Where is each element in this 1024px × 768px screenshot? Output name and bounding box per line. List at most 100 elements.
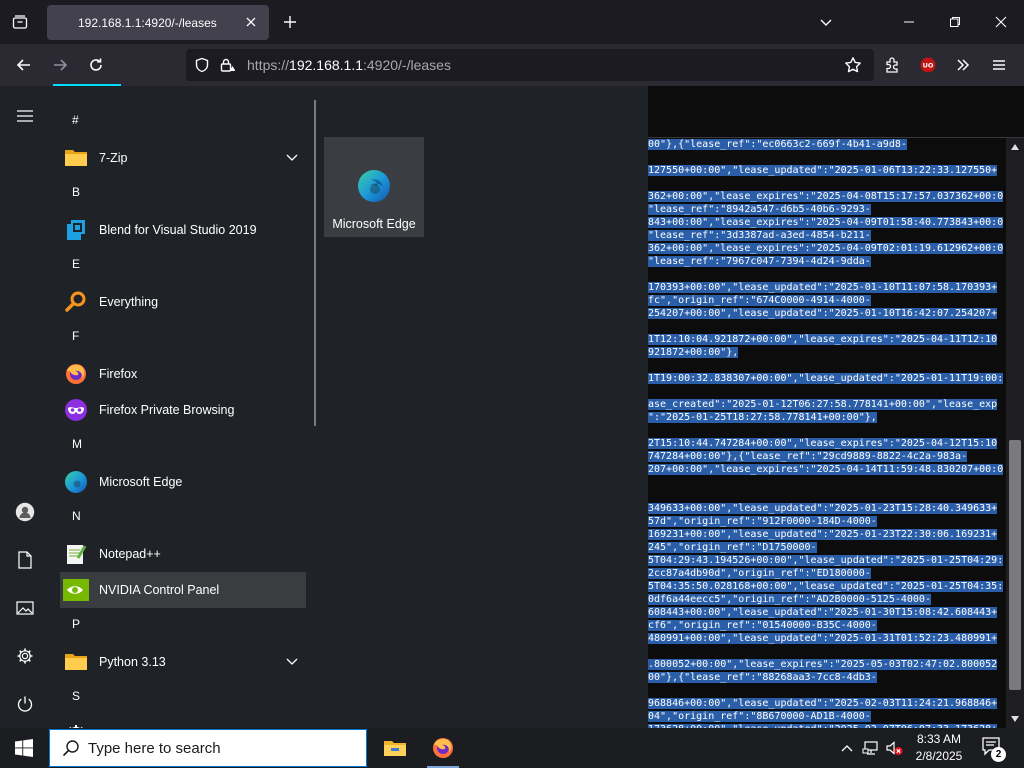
raw-json-line: 57d","origin_ref":"912F0000-184D-4000- xyxy=(648,515,1006,528)
chevron-down-icon[interactable] xyxy=(284,150,300,166)
nvidia-icon xyxy=(63,577,89,603)
selected-text: 349633+00:00","lease_updated":"2025-01-2… xyxy=(648,503,998,514)
tab-title: 192.168.1.1:4920/-/leases xyxy=(78,15,217,30)
windows-start-icon[interactable] xyxy=(0,728,48,768)
selected-text: 747284+00:00"},{"lease_ref":"29cd9889-88… xyxy=(648,451,968,462)
back-arrow-icon[interactable] xyxy=(11,52,37,78)
raw-json-line xyxy=(648,684,1006,697)
section-letter[interactable]: E xyxy=(72,254,80,274)
section-letter[interactable]: P xyxy=(72,614,80,634)
clock-date: 2/8/2025 xyxy=(915,749,963,763)
raw-json-line: 0df6a44eecc5","origin_ref":"AD2B0000-512… xyxy=(648,593,1006,606)
documents-icon[interactable] xyxy=(5,540,45,580)
app-item-firefox[interactable]: Firefox xyxy=(60,356,306,392)
close-window-icon[interactable] xyxy=(978,0,1024,44)
tile-microsoft-edge[interactable]: Microsoft Edge xyxy=(324,137,424,237)
app-item-blend-for-visual-studio-2019[interactable]: Blend for Visual Studio 2019 xyxy=(60,212,306,248)
raw-json-line: 245","origin_ref":"D1750000- xyxy=(648,541,1006,554)
selected-text: 170393+00:00","lease_updated":"2025-01-1… xyxy=(648,282,998,293)
url-text[interactable]: https://192.168.1.1:4920/-/leases xyxy=(247,57,451,73)
section-letter[interactable]: N xyxy=(72,506,81,526)
extensions-puzzle-icon[interactable] xyxy=(880,52,906,78)
raw-json-line: "lease_ref":"7967c047-7394-4d24-9dda- xyxy=(648,255,1006,268)
reload-icon[interactable] xyxy=(83,52,109,78)
page-scrollbar[interactable] xyxy=(1006,138,1024,728)
firefox-icon xyxy=(63,361,89,387)
selected-text: fc","origin_ref":"674C0000-4914-4000- xyxy=(648,295,871,306)
clock-time: 8:33 AM xyxy=(916,732,962,746)
chevron-down-icon[interactable] xyxy=(814,10,838,34)
minimize-icon[interactable] xyxy=(886,0,932,44)
raw-json-line: 349633+00:00","lease_updated":"2025-01-2… xyxy=(648,502,1006,515)
scroll-down-arrow-icon[interactable] xyxy=(1006,710,1024,728)
selected-text: 843+00:00","lease_expires":"2025-04-09T0… xyxy=(648,217,1004,228)
section-letter[interactable]: M xyxy=(72,434,82,454)
restore-icon[interactable] xyxy=(932,0,978,44)
app-label: Microsoft Edge xyxy=(99,475,183,489)
app-label: Firefox Private Browsing xyxy=(99,403,235,417)
app-item-firefox-private-browsing[interactable]: Firefox Private Browsing xyxy=(60,392,306,428)
lock-warning-icon[interactable] xyxy=(219,57,236,73)
section-letter[interactable]: S xyxy=(72,686,80,706)
url-path: :4920/-/leases xyxy=(363,57,451,73)
tab-list-icon[interactable] xyxy=(8,10,32,34)
section-letter[interactable]: # xyxy=(72,110,79,130)
pictures-icon[interactable] xyxy=(5,588,45,628)
hamburger-expand-icon[interactable] xyxy=(5,96,45,136)
scroll-up-arrow-icon[interactable] xyxy=(1006,138,1024,156)
volume-muted-icon[interactable] xyxy=(884,738,904,758)
settings-gear-icon[interactable] xyxy=(5,636,45,676)
start-menu-rail xyxy=(0,86,50,728)
selected-text: 04","origin_ref":"8B670000-AD1B-4000- xyxy=(648,711,871,722)
forward-arrow-icon[interactable] xyxy=(47,52,73,78)
bookmark-star-icon[interactable] xyxy=(840,52,866,78)
ublock-origin-icon[interactable]: UO xyxy=(915,52,941,78)
taskbar-search-box[interactable]: Type here to search xyxy=(49,729,367,767)
selected-text: 968846+00:00","lease_updated":"2025-02-0… xyxy=(648,698,998,709)
raw-json-line: "lease_ref":"3d3387ad-a3ed-4854-b211- xyxy=(648,229,1006,242)
selected-text: 480991+00:00","lease_updated":"2025-01-3… xyxy=(648,633,998,644)
firefox-taskbar-icon[interactable] xyxy=(419,728,467,768)
user-account-icon[interactable] xyxy=(5,492,45,532)
raw-json-line xyxy=(648,359,1006,372)
selected-text: cf6","origin_ref":"01540000-B35C-4000- xyxy=(648,620,877,631)
power-icon[interactable] xyxy=(5,684,45,724)
raw-json-text[interactable]: 00"},{"lease_ref":"ec0663c2-669f-4b41-a9… xyxy=(648,138,1006,728)
app-list[interactable]: #7-Zip B Blend for Visual Studio 2019 E Ever… xyxy=(50,86,315,728)
search-magnifier-icon xyxy=(63,289,89,315)
app-list-scrollbar[interactable] xyxy=(314,100,316,426)
folder-icon xyxy=(63,649,89,675)
selected-text: 0df6a44eecc5","origin_ref":"AD2B0000-512… xyxy=(648,594,931,605)
shield-icon[interactable] xyxy=(194,57,210,73)
network-icon[interactable] xyxy=(861,738,881,758)
more-tools-chevrons-icon[interactable] xyxy=(950,52,976,78)
new-tab-plus-icon[interactable] xyxy=(278,10,302,34)
raw-json-line: 5T04:35:50.028168+00:00","lease_updated"… xyxy=(648,580,1006,593)
close-icon[interactable] xyxy=(243,14,259,30)
chevron-down-icon[interactable] xyxy=(284,654,300,670)
system-clock[interactable]: 8:33 AM 2/8/2025 xyxy=(906,731,972,765)
selected-text: 245","origin_ref":"D1750000- xyxy=(648,542,817,553)
raw-json-line: 843+00:00","lease_expires":"2025-04-09T0… xyxy=(648,216,1006,229)
app-item-notepad[interactable]: Notepad++ xyxy=(60,536,306,572)
app-item-microsoft-edge[interactable]: Microsoft Edge xyxy=(60,464,306,500)
app-item-nvidia-control-panel[interactable]: NVIDIA Control Panel xyxy=(60,572,306,608)
raw-json-line: 170393+00:00","lease_updated":"2025-01-1… xyxy=(648,281,1006,294)
url-bar[interactable]: https://192.168.1.1:4920/-/leases xyxy=(186,49,874,81)
app-item-7-zip[interactable]: 7-Zip xyxy=(60,140,306,176)
app-item-everything[interactable]: Everything xyxy=(60,284,306,320)
selected-text: 362+00:00","lease_expires":"2025-04-09T0… xyxy=(648,243,1004,254)
show-hidden-icons-chevron-icon[interactable] xyxy=(837,738,857,758)
section-letter[interactable]: B xyxy=(72,182,80,202)
scrollbar-thumb[interactable] xyxy=(1009,440,1021,690)
hamburger-menu-icon[interactable] xyxy=(986,52,1012,78)
tab-leases[interactable]: 192.168.1.1:4920/-/leases xyxy=(47,5,269,40)
app-item-settings[interactable]: Settings xyxy=(60,716,306,728)
selected-text: 5T04:35:50.028168+00:00","lease_updated"… xyxy=(648,581,1004,592)
app-item-python-3-13[interactable]: Python 3.13 xyxy=(60,644,306,680)
raw-json-line xyxy=(648,424,1006,437)
selected-text: 254207+00:00","lease_updated":"2025-01-1… xyxy=(648,308,998,319)
section-letter[interactable]: F xyxy=(72,326,79,346)
file-explorer-icon[interactable] xyxy=(371,728,419,768)
notification-center-icon[interactable]: 2 xyxy=(980,736,1008,762)
